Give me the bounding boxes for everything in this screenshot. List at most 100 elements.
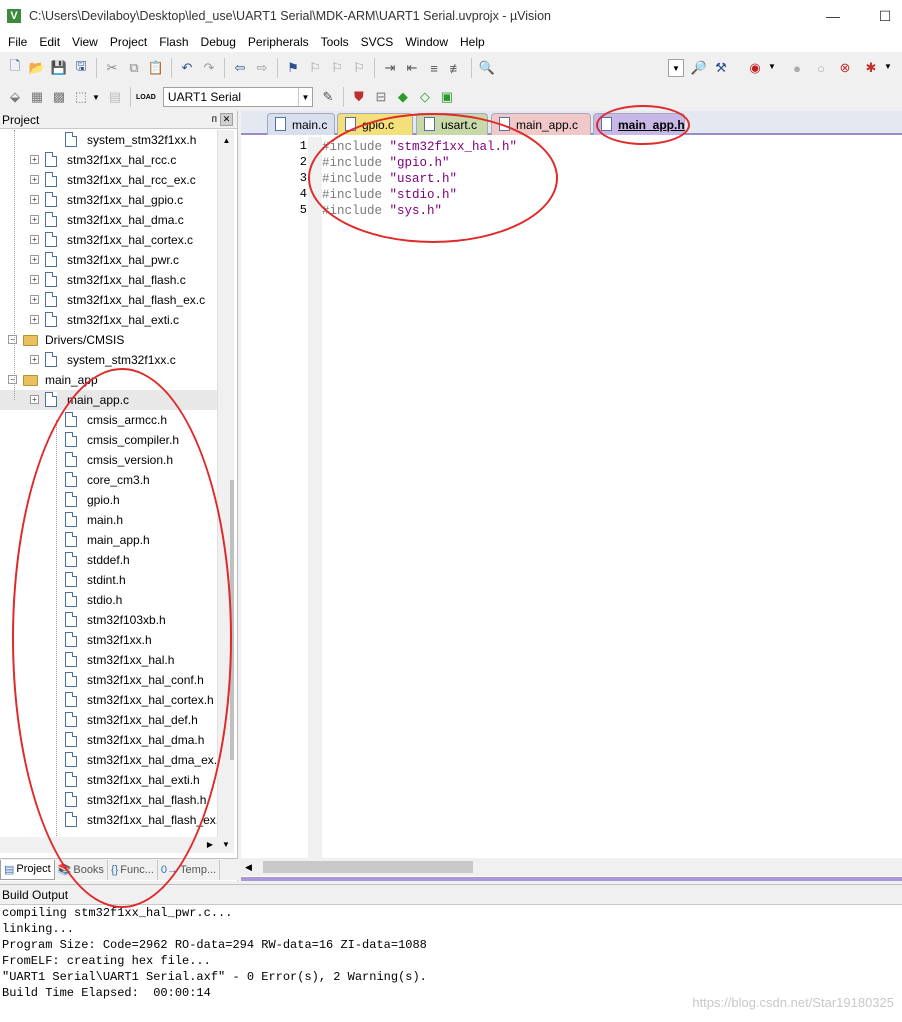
tree-item[interactable]: + stm32f1xx_hal_dma.c bbox=[0, 210, 217, 230]
save-all-icon[interactable]: 🖫 bbox=[70, 57, 92, 79]
project-horizontal-scrollbar[interactable]: ▶ ▼ bbox=[0, 837, 234, 853]
editor-tab-main-c[interactable]: main.c bbox=[267, 113, 335, 135]
download-load-icon[interactable]: LOAD bbox=[135, 86, 157, 108]
tree-item[interactable]: stm32f1xx_hal.h bbox=[0, 650, 217, 670]
tree-item[interactable]: stm32f1xx_hal_dma_ex.h bbox=[0, 750, 217, 770]
tree-item[interactable]: stdint.h bbox=[0, 570, 217, 590]
minimize-button[interactable]: — bbox=[810, 0, 856, 32]
collapse-icon[interactable]: − bbox=[8, 375, 17, 384]
tree-item[interactable]: stdio.h bbox=[0, 590, 217, 610]
tree-item[interactable]: stm32f1xx.h bbox=[0, 630, 217, 650]
editor-tab-main_app-h[interactable]: main_app.h bbox=[593, 113, 685, 135]
breakpoint-icon[interactable]: ● bbox=[786, 57, 808, 79]
menu-svcs[interactable]: SVCS bbox=[355, 32, 400, 52]
stop-build-icon[interactable]: ▤ bbox=[104, 86, 126, 108]
tree-item[interactable]: + stm32f1xx_hal_rcc.c bbox=[0, 150, 217, 170]
unindent-icon[interactable]: ⇤ bbox=[401, 57, 423, 79]
undo-icon[interactable]: ↶ bbox=[176, 57, 198, 79]
chevron-down-icon[interactable]: ▼ bbox=[92, 93, 100, 102]
find-icon[interactable]: 🔎 bbox=[688, 57, 710, 79]
expand-icon[interactable]: + bbox=[30, 255, 39, 264]
menu-project[interactable]: Project bbox=[104, 32, 153, 52]
tree-item[interactable]: stm32f1xx_hal_cortex.h bbox=[0, 690, 217, 710]
batch-build-icon[interactable]: ⬚ bbox=[70, 86, 92, 108]
menu-flash[interactable]: Flash bbox=[153, 32, 194, 52]
target-select[interactable]: UART1 Serial ▼ bbox=[162, 87, 313, 107]
menu-tools[interactable]: Tools bbox=[315, 32, 355, 52]
tree-item[interactable]: cmsis_armcc.h bbox=[0, 410, 217, 430]
tree-item[interactable]: + stm32f1xx_hal_gpio.c bbox=[0, 190, 217, 210]
target-options-icon[interactable]: ✎ bbox=[317, 86, 339, 108]
new-file-icon[interactable]: 🗋 bbox=[4, 57, 26, 79]
maximize-button[interactable]: ☐ bbox=[862, 0, 902, 32]
debug-session-icon[interactable]: ◉ bbox=[744, 57, 766, 79]
tree-item[interactable]: cmsis_version.h bbox=[0, 450, 217, 470]
tree-item[interactable]: + stm32f1xx_hal_flash_ex.c bbox=[0, 290, 217, 310]
tree-item[interactable]: stm32f103xb.h bbox=[0, 610, 217, 630]
find-in-files-icon[interactable]: 🔍 bbox=[476, 57, 498, 79]
code-view[interactable]: #include "stm32f1xx_hal.h" #include "gpio… bbox=[308, 137, 898, 859]
tree-item[interactable]: stm32f1xx_hal_def.h bbox=[0, 710, 217, 730]
manage-runtime-icon[interactable]: ◆ bbox=[392, 86, 414, 108]
tree-item[interactable]: main.h bbox=[0, 510, 217, 530]
pin-icon[interactable]: ᴨ bbox=[212, 114, 217, 125]
expand-icon[interactable]: + bbox=[30, 155, 39, 164]
tree-item[interactable]: stm32f1xx_hal_dma.h bbox=[0, 730, 217, 750]
tree-item[interactable]: + stm32f1xx_hal_exti.c bbox=[0, 310, 217, 330]
tree-item[interactable]: + stm32f1xx_hal_cortex.c bbox=[0, 230, 217, 250]
navigate-forward-icon[interactable]: ⇨ bbox=[251, 57, 273, 79]
tree-item[interactable]: + stm32f1xx_hal_rcc_ex.c bbox=[0, 170, 217, 190]
tree-item[interactable]: + stm32f1xx_hal_flash.c bbox=[0, 270, 217, 290]
menu-edit[interactable]: Edit bbox=[33, 32, 66, 52]
tree-item[interactable]: stm32f1xx_hal_flash.h bbox=[0, 790, 217, 810]
rebuild-icon[interactable]: ▩ bbox=[48, 86, 70, 108]
prev-bookmark-icon[interactable]: ⚐ bbox=[304, 57, 326, 79]
editor-tab-gpio-c[interactable]: gpio.c bbox=[337, 113, 413, 135]
menu-help[interactable]: Help bbox=[454, 32, 491, 52]
tab-temp[interactable]: 0→ Temp... bbox=[158, 859, 221, 880]
tree-item[interactable]: gpio.h bbox=[0, 490, 217, 510]
editor-tab-main_app-c[interactable]: main_app.c bbox=[491, 113, 591, 135]
expand-icon[interactable]: + bbox=[30, 195, 39, 204]
expand-icon[interactable]: + bbox=[30, 295, 39, 304]
comment-icon[interactable]: ≡ bbox=[423, 57, 445, 79]
expand-icon[interactable]: + bbox=[30, 315, 39, 324]
save-icon[interactable]: 💾 bbox=[48, 57, 70, 79]
scroll-down-icon[interactable]: ▼ bbox=[218, 837, 234, 853]
options-icon[interactable]: ✱ bbox=[860, 57, 882, 79]
scroll-right-icon[interactable]: ▶ bbox=[202, 837, 218, 853]
pack-installer-icon[interactable]: ◇ bbox=[414, 86, 436, 108]
expand-icon[interactable]: + bbox=[30, 275, 39, 284]
expand-icon[interactable]: + bbox=[30, 235, 39, 244]
editor-horizontal-scrollbar[interactable]: ◀ bbox=[241, 858, 902, 876]
tree-item[interactable]: stddef.h bbox=[0, 550, 217, 570]
incremental-find-icon[interactable]: ⚒ bbox=[710, 57, 732, 79]
close-icon[interactable]: ✕ bbox=[220, 113, 233, 126]
tab-func[interactable]: {} Func... bbox=[108, 859, 158, 880]
navigate-back-icon[interactable]: ⇦ bbox=[229, 57, 251, 79]
manage-project-items-icon[interactable]: ⛊ bbox=[348, 86, 370, 108]
tree-item[interactable]: system_stm32f1xx.h bbox=[0, 130, 217, 150]
chevron-down-icon[interactable]: ▼ bbox=[884, 62, 892, 71]
select-packs-icon[interactable]: ⊟ bbox=[370, 86, 392, 108]
chevron-down-icon[interactable]: ▼ bbox=[768, 62, 776, 71]
menu-window[interactable]: Window bbox=[399, 32, 454, 52]
clear-bookmarks-icon[interactable]: ⚐ bbox=[348, 57, 370, 79]
build-icon[interactable]: ▦ bbox=[26, 86, 48, 108]
tab-project[interactable]: ▤ Project bbox=[0, 859, 55, 880]
tree-item[interactable]: − Drivers/CMSIS bbox=[0, 330, 217, 350]
tree-item[interactable]: + system_stm32f1xx.c bbox=[0, 350, 217, 370]
menu-debug[interactable]: Debug bbox=[195, 32, 242, 52]
expand-icon[interactable]: + bbox=[30, 175, 39, 184]
tab-books[interactable]: 📚 Books bbox=[55, 859, 108, 880]
indent-icon[interactable]: ⇥ bbox=[379, 57, 401, 79]
software-packs-icon[interactable]: ▣ bbox=[436, 86, 458, 108]
uncomment-icon[interactable]: ≢ bbox=[445, 57, 467, 79]
find-combo-dropdown[interactable]: ▼ bbox=[668, 59, 684, 77]
menu-view[interactable]: View bbox=[66, 32, 104, 52]
cut-icon[interactable]: ✂ bbox=[101, 57, 123, 79]
collapse-icon[interactable]: − bbox=[8, 335, 17, 344]
scroll-up-icon[interactable]: ▲ bbox=[218, 133, 235, 149]
menu-peripherals[interactable]: Peripherals bbox=[242, 32, 315, 52]
project-vertical-scrollbar[interactable]: ▲ bbox=[217, 130, 234, 850]
